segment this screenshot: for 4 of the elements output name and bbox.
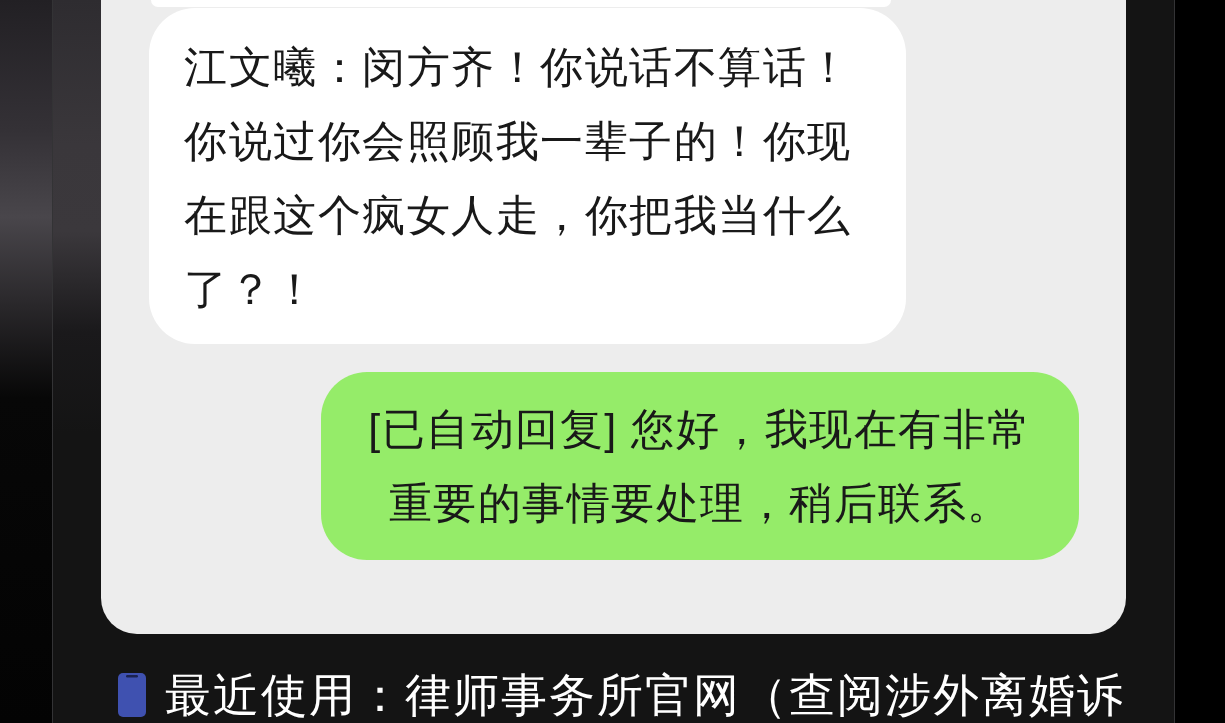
message-text: [已自动回复] 您好，我现在有非常重要的事情要处理，稍后联系。	[367, 404, 1033, 529]
phone-icon	[118, 673, 146, 717]
message-text: 江文曦：闵方齐！你说话不算话！你说过你会照顾我一辈子的！你现在跟这个疯女人走，你把我当什么了？！	[184, 42, 853, 315]
recent-usage-text: 最近使用：律师事务所官网（查阅涉外离婚诉	[165, 670, 1125, 720]
